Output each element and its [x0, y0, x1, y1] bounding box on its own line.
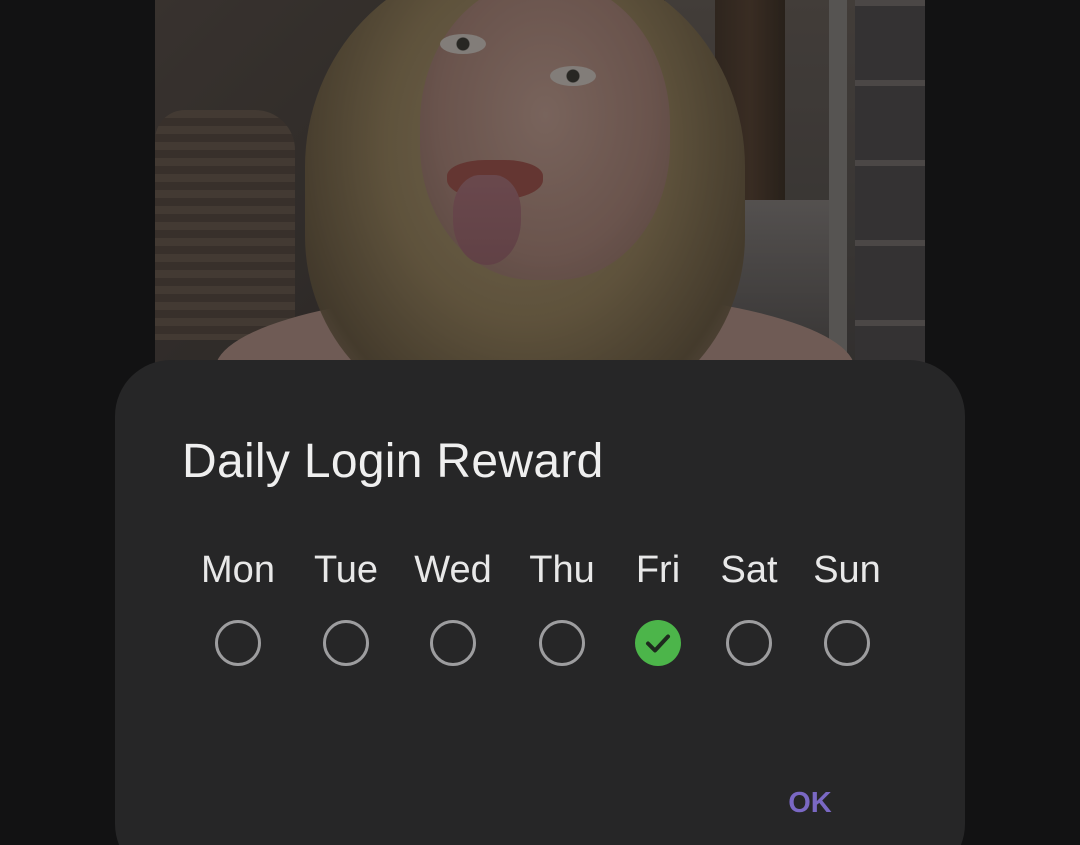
check-circle-icon [635, 620, 681, 666]
day-mon: Mon [183, 546, 293, 666]
day-label: Sat [720, 549, 778, 591]
day-label: Wed [414, 549, 492, 591]
daily-login-reward-dialog: Daily Login Reward Mon Tue Wed Thu Fri S… [115, 360, 965, 845]
empty-circle-icon [215, 620, 261, 666]
photo-dim-overlay [155, 0, 925, 420]
empty-circle-icon [323, 620, 369, 666]
weekday-row: Mon Tue Wed Thu Fri Sat Sun [115, 546, 965, 686]
day-thu: Thu [507, 546, 617, 666]
background-photo [155, 0, 925, 420]
empty-circle-icon [430, 620, 476, 666]
day-wed: Wed [398, 546, 508, 666]
empty-circle-icon [726, 620, 772, 666]
day-label: Thu [529, 549, 595, 591]
ok-button[interactable]: OK [770, 778, 850, 828]
empty-circle-icon [824, 620, 870, 666]
day-tue: Tue [291, 546, 401, 666]
day-label: Tue [313, 549, 379, 591]
checkmark-icon [646, 634, 670, 653]
day-sun: Sun [792, 546, 902, 666]
day-label: Sun [813, 549, 881, 591]
app-screen: Daily Login Reward Mon Tue Wed Thu Fri S… [0, 0, 1080, 845]
day-sat: Sat [694, 546, 804, 666]
empty-circle-icon [539, 620, 585, 666]
day-label: Mon [201, 549, 275, 591]
dialog-title: Daily Login Reward [182, 435, 604, 488]
